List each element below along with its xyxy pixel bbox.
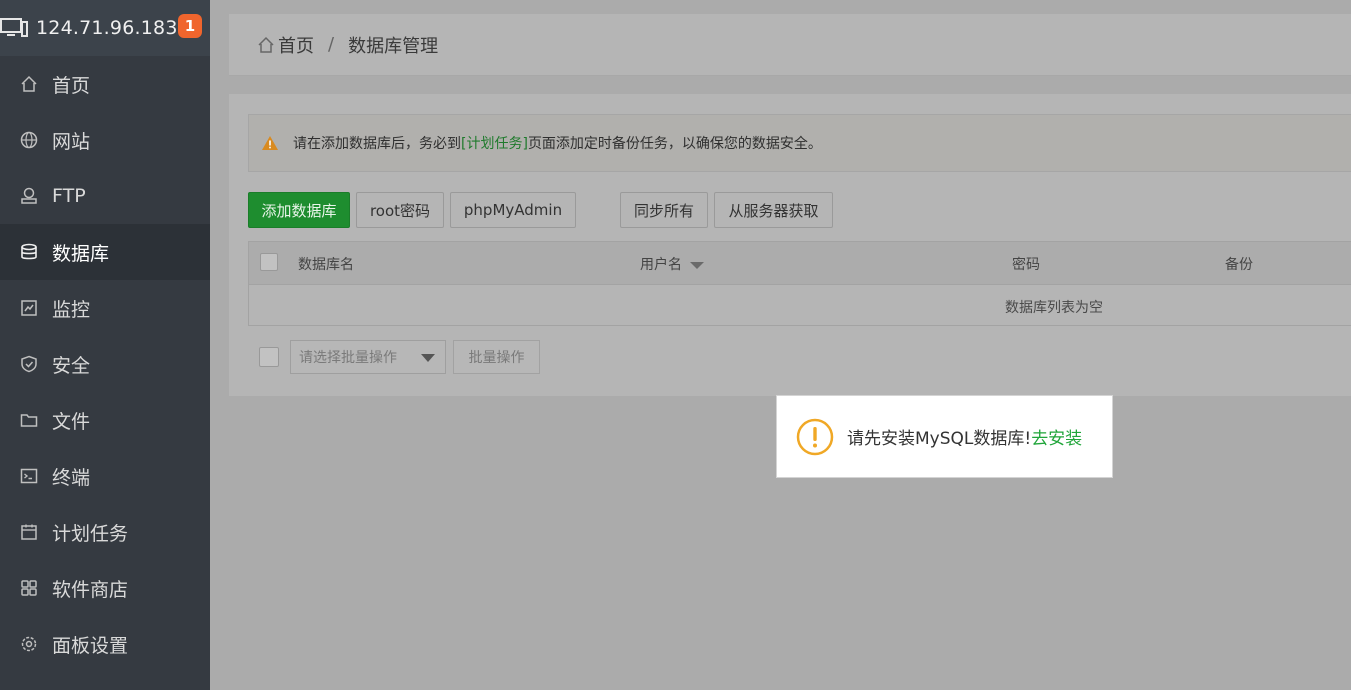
table-empty-row: 数据库列表为空 [249, 285, 1351, 326]
sidebar-item-label: 软件商店 [52, 578, 129, 601]
column-header-password: 密码 [1012, 257, 1040, 273]
gear-icon [20, 635, 38, 653]
sidebar-item-website[interactable]: 网站 [0, 112, 210, 168]
table-header: 数据库名 用户名 密码 备份 [249, 242, 1351, 285]
warning-icon [262, 136, 278, 150]
sidebar-item-label: 安全 [52, 354, 91, 377]
ftp-icon [20, 187, 38, 205]
column-header-backup: 备份 [1225, 257, 1253, 273]
cron-link[interactable]: [计划任务] [461, 133, 528, 153]
column-header-username[interactable]: 用户名 [640, 254, 704, 274]
sidebar-item-ftp[interactable]: FTP [0, 168, 210, 224]
exclamation-icon [796, 418, 834, 455]
column-header-dbname[interactable]: 数据库名 [298, 254, 354, 274]
batch-select-checkbox[interactable] [259, 347, 279, 367]
terminal-icon [20, 467, 38, 485]
breadcrumb-home[interactable]: 首页 [278, 32, 314, 58]
sidebar-item-label: 计划任务 [52, 522, 129, 545]
column-header-label: 用户名 [640, 257, 682, 273]
batch-operation-button[interactable]: 批量操作 [453, 340, 540, 374]
select-placeholder: 请选择批量操作 [299, 350, 397, 366]
sort-down-icon [690, 261, 704, 269]
database-table: 数据库名 用户名 密码 备份 数据库列表为空 [248, 241, 1351, 326]
sidebar-item-home[interactable]: 首页 [0, 56, 210, 112]
sidebar-item-monitor[interactable]: 监控 [0, 280, 210, 336]
fetch-from-server-button[interactable]: 从服务器获取 [714, 192, 833, 228]
add-database-button[interactable]: 添加数据库 [248, 192, 350, 228]
sidebar-item-store[interactable]: 软件商店 [0, 560, 210, 616]
notification-badge[interactable]: 1 [178, 14, 202, 38]
apps-icon [20, 579, 38, 597]
monitor-icon [0, 18, 28, 37]
sidebar-item-security[interactable]: 安全 [0, 336, 210, 392]
empty-message: 数据库列表为空 [1005, 300, 1103, 316]
batch-operation-select[interactable]: 请选择批量操作 [290, 340, 446, 374]
sidebar-item-settings[interactable]: 面板设置 [0, 616, 210, 672]
globe-icon [20, 131, 38, 149]
breadcrumb-current: 数据库管理 [348, 35, 439, 57]
alert-text-before: 请在添加数据库后，务必到 [293, 136, 461, 152]
sidebar-item-label: 网站 [52, 130, 91, 153]
sidebar-item-label: 数据库 [52, 242, 110, 265]
home-icon [20, 75, 38, 93]
breadcrumb: 首页 / 数据库管理 [229, 14, 1351, 76]
folder-icon [20, 411, 38, 429]
sidebar-item-database[interactable]: 数据库 [0, 224, 210, 280]
sidebar-item-label: 文件 [52, 410, 91, 433]
sidebar-item-files[interactable]: 文件 [0, 392, 210, 448]
server-header: 124.71.96.183 1 [0, 0, 210, 56]
calendar-icon [20, 523, 38, 541]
sidebar-item-label: 监控 [52, 298, 91, 321]
sidebar-item-label: 终端 [52, 466, 91, 489]
home-icon [258, 36, 274, 53]
sidebar-item-label: 首页 [52, 74, 91, 97]
sidebar: 124.71.96.183 1 首页 网站 FTP 数据库 监控 安全 文件 终… [0, 0, 210, 690]
database-icon [20, 243, 38, 261]
shield-icon [20, 355, 38, 373]
install-link[interactable]: 去安装 [1031, 424, 1082, 449]
breadcrumb-separator: / [328, 34, 335, 55]
sidebar-item-label: FTP [52, 185, 86, 207]
alert-text-after: 页面添加定时备份任务，以确保您的数据安全。 [527, 136, 822, 152]
database-panel: 请在添加数据库后，务必到 [计划任务] 页面添加定时备份任务，以确保您的数据安全。 … [229, 94, 1351, 396]
select-all-checkbox[interactable] [260, 253, 278, 271]
monitor-chart-icon [20, 299, 38, 317]
root-password-button[interactable]: root密码 [356, 192, 444, 228]
backup-warning-alert: 请在添加数据库后，务必到 [计划任务] 页面添加定时备份任务，以确保您的数据安全。 [248, 114, 1351, 172]
install-mysql-toast: 请先安装MySQL数据库! 去安装 [776, 395, 1113, 478]
sidebar-item-terminal[interactable]: 终端 [0, 448, 210, 504]
phpmyadmin-button[interactable]: phpMyAdmin [450, 192, 576, 228]
sidebar-item-cron[interactable]: 计划任务 [0, 504, 210, 560]
sync-all-button[interactable]: 同步所有 [620, 192, 708, 228]
toast-message: 请先安装MySQL数据库! [847, 429, 1032, 449]
sidebar-item-label: 面板设置 [52, 634, 129, 657]
chevron-down-icon [421, 354, 435, 362]
server-ip: 124.71.96.183 [36, 17, 178, 39]
